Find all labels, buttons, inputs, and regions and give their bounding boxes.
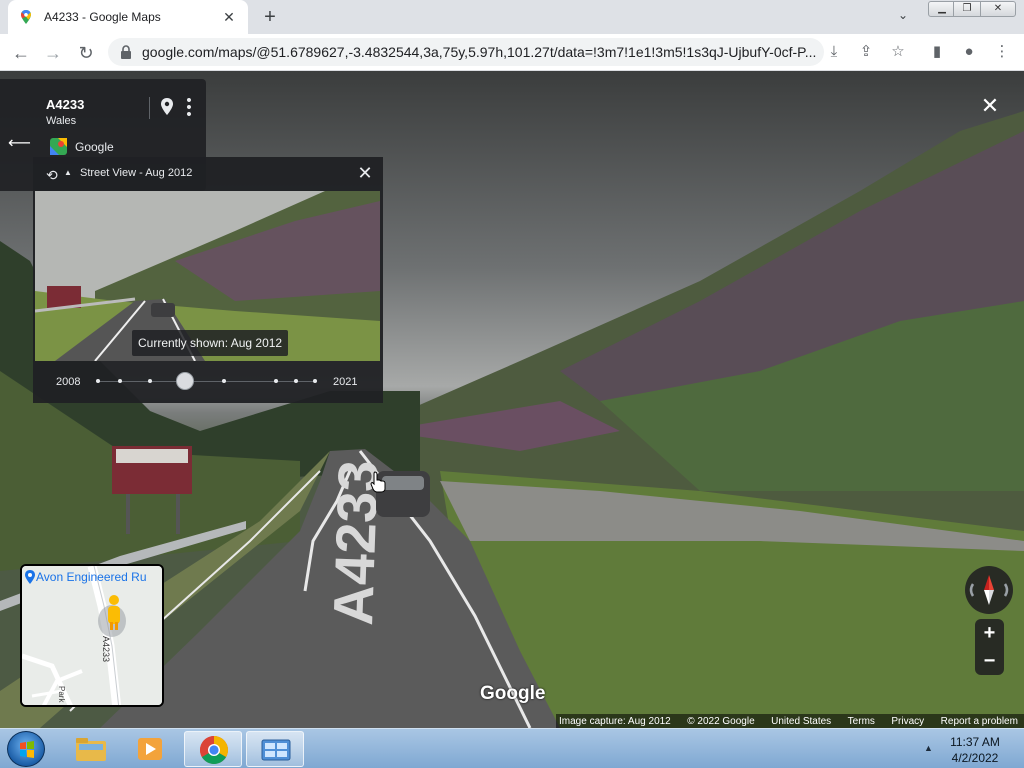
back-arrow-icon[interactable]: ← <box>8 40 34 66</box>
timeline-dot[interactable] <box>294 379 298 383</box>
hand-cursor-icon <box>370 471 386 493</box>
more-options-icon[interactable]: • • • <box>184 93 194 122</box>
media-player-icon <box>138 738 162 760</box>
maximize-icon[interactable]: ❐ <box>953 1 981 17</box>
divider <box>149 97 150 119</box>
zoom-in-button[interactable]: + <box>975 619 1004 647</box>
browser-menu-icon[interactable]: ⋮ <box>990 40 1014 64</box>
compass-icon[interactable] <box>965 566 1013 614</box>
currently-shown-label: Currently shown: Aug 2012 <box>132 330 289 356</box>
map-pin-icon[interactable] <box>160 98 174 116</box>
folder-icon <box>76 738 106 761</box>
taskbar-file-explorer[interactable] <box>62 731 120 767</box>
timeline-dot[interactable] <box>222 379 226 383</box>
timeline-dot[interactable] <box>96 379 100 383</box>
taskbar: ▲ 11:37 AM 4/2/2022 <box>0 728 1024 768</box>
address-bar[interactable]: google.com/maps/@51.6789627,-3.4832544,3… <box>108 38 824 66</box>
place-title: A4233 <box>46 97 85 112</box>
timeline-title: Street View - Aug 2012 <box>80 167 193 179</box>
minimap[interactable]: Avon Engineered Ru A4233 Park Pl North <box>20 564 164 707</box>
image-capture-date: Image capture: Aug 2012 <box>559 715 671 727</box>
side-panel-icon[interactable]: ▮ <box>925 40 949 64</box>
zoom-out-button[interactable]: − <box>975 647 1004 675</box>
url-text: google.com/maps/@51.6789627,-3.4832544,3… <box>142 44 817 60</box>
minimap-place-label: Avon Engineered Ru <box>36 570 147 584</box>
minimize-icon[interactable]: ▁ <box>928 1 956 17</box>
browser-toolbar: ← → ↻ google.com/maps/@51.6789627,-3.483… <box>0 34 1024 71</box>
street-view-panorama[interactable]: A4233 ⟵ A4233 Wales • • • Google ⟲ ▲ Str… <box>0 71 1024 728</box>
timeline-close-icon[interactable]: ✕ <box>355 163 375 184</box>
tab-title: A4233 - Google Maps <box>44 10 161 24</box>
region-link[interactable]: United States <box>771 716 831 727</box>
control-panel-icon <box>261 739 291 761</box>
taskbar-control-panel[interactable] <box>246 731 304 767</box>
street-view-timeline-panel: ⟲ ▲ Street View - Aug 2012 ✕ Currently s… <box>33 157 383 403</box>
tab-close-icon[interactable]: ✕ <box>220 9 238 26</box>
timeline-dot[interactable] <box>118 379 122 383</box>
taskbar-media-player[interactable] <box>122 731 180 767</box>
google-maps-logo-icon <box>50 138 67 155</box>
place-subtitle: Wales <box>46 115 77 127</box>
timeline-dot[interactable] <box>274 379 278 383</box>
bookmark-star-icon[interactable]: ☆ <box>886 40 910 64</box>
tab-google-maps[interactable]: A4233 - Google Maps ✕ <box>8 0 248 34</box>
minimap-street-label: Park Pl North <box>57 686 66 705</box>
minimap-road-label: A4233 <box>101 636 111 663</box>
chrome-icon <box>200 736 228 764</box>
reload-icon[interactable]: ↻ <box>73 40 99 66</box>
privacy-link[interactable]: Privacy <box>891 716 924 727</box>
back-arrow-icon[interactable]: ⟵ <box>8 133 31 153</box>
timeline-start-year: 2008 <box>56 376 81 388</box>
terms-link[interactable]: Terms <box>848 716 875 727</box>
zoom-control: + − <box>975 619 1004 675</box>
close-icon[interactable]: ✕ <box>980 1 1016 17</box>
google-maps-icon <box>21 10 31 24</box>
windows-logo-icon <box>20 741 34 758</box>
timeline-end-year: 2021 <box>333 376 358 388</box>
forward-arrow-icon[interactable]: → <box>40 40 66 66</box>
tab-bar: A4233 - Google Maps ✕ + ⌄ ▁ ❐ ✕ <box>0 0 1024 34</box>
clock-time: 11:37 AM <box>950 735 1000 749</box>
new-tab-button[interactable]: + <box>258 5 282 29</box>
copyright-text: © 2022 Google <box>687 715 755 727</box>
timeline-dot[interactable] <box>313 379 317 383</box>
timeline-dot[interactable] <box>148 379 152 383</box>
timeline-track[interactable] <box>98 381 316 382</box>
system-clock[interactable]: 11:37 AM 4/2/2022 <box>942 734 1008 766</box>
clock-date: 4/2/2022 <box>951 751 999 765</box>
google-watermark: Google <box>480 683 546 704</box>
attribution-footer: Image capture: Aug 2012 © 2022 Google Un… <box>556 714 1024 728</box>
start-button[interactable] <box>7 731 45 767</box>
timeline-preview-image: Currently shown: Aug 2012 <box>35 191 380 361</box>
minimap-roads <box>22 566 162 705</box>
taskbar-chrome[interactable] <box>184 731 242 767</box>
report-problem-link[interactable]: Report a problem <box>941 716 1018 727</box>
show-hidden-icons[interactable]: ▲ <box>924 743 933 753</box>
caret-up-icon[interactable]: ▲ <box>64 168 72 177</box>
tab-search-chevron-icon[interactable]: ⌄ <box>893 8 913 26</box>
profile-avatar-icon[interactable]: ● <box>957 40 981 64</box>
install-app-icon[interactable]: ⤓ <box>822 40 846 64</box>
share-icon[interactable]: ⇪ <box>854 40 878 64</box>
history-clock-icon[interactable]: ⟲ <box>46 167 64 185</box>
lock-icon <box>121 45 131 59</box>
brand-label: Google <box>75 140 114 154</box>
timeline-slider-handle[interactable] <box>176 372 195 390</box>
close-street-view-icon[interactable]: ✕ <box>978 93 1002 119</box>
